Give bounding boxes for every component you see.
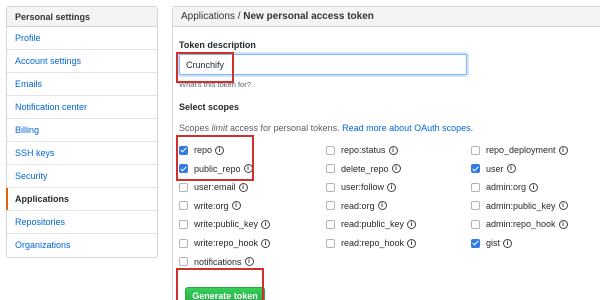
- checkbox-icon[interactable]: [471, 201, 480, 211]
- checkbox-icon[interactable]: [471, 238, 480, 248]
- checkbox-icon[interactable]: [179, 257, 188, 267]
- sidebar-item-profile[interactable]: Profile: [7, 27, 157, 50]
- info-circle-icon[interactable]: i: [407, 238, 417, 248]
- scope-user-email[interactable]: user:email i: [179, 180, 248, 194]
- info-circle-icon[interactable]: i: [529, 182, 539, 192]
- scope-label: read:public_key: [341, 219, 405, 230]
- checkbox-icon[interactable]: [471, 219, 480, 229]
- scope-label: user:email: [194, 182, 236, 193]
- sidebar-item-security[interactable]: Security: [7, 165, 157, 188]
- scope-label: repo_deployment: [486, 145, 556, 155]
- breadcrumb-separator: /: [234, 11, 244, 22]
- sidebar-item-organizations[interactable]: Organizations: [7, 234, 157, 257]
- scope-label: repo:status: [341, 145, 386, 155]
- scope-read-repo-hook[interactable]: read:repo_hook i: [326, 236, 417, 250]
- sidebar-item-ssh-keys[interactable]: SSH keys: [7, 142, 157, 165]
- scope-read-org[interactable]: read:org i: [326, 199, 387, 213]
- checkbox-icon[interactable]: [179, 182, 188, 192]
- scope-admin-public-key[interactable]: admin:public_key i: [471, 199, 568, 213]
- scope-read-public-key[interactable]: read:public_key i: [326, 217, 417, 231]
- scopes-desc-suffix: access for personal tokens.: [227, 123, 343, 133]
- scope-label: write:repo_hook: [194, 238, 259, 248]
- checkbox-icon[interactable]: [326, 219, 335, 229]
- info-circle-icon[interactable]: i: [377, 201, 387, 211]
- oauth-scopes-link[interactable]: Read more about OAuth scopes.: [342, 123, 473, 133]
- scope-admin-org[interactable]: admin:org i: [471, 180, 539, 194]
- checkbox-icon[interactable]: [471, 182, 480, 192]
- scope-user[interactable]: user i: [471, 162, 516, 176]
- info-circle-icon[interactable]: i: [238, 182, 248, 192]
- sidebar-item-applications[interactable]: Applications: [6, 188, 157, 211]
- scopes-desc-prefix: Scopes: [179, 123, 212, 133]
- checkbox-icon[interactable]: [471, 145, 480, 155]
- checkbox-icon[interactable]: [326, 164, 335, 174]
- checkbox-icon[interactable]: [326, 238, 335, 248]
- checkbox-icon[interactable]: [471, 164, 480, 174]
- info-circle-icon[interactable]: i: [558, 201, 568, 211]
- token-description-label: Token description: [179, 40, 256, 50]
- info-circle-icon[interactable]: i: [503, 238, 513, 248]
- sidebar-item-billing[interactable]: Billing: [7, 119, 157, 142]
- scope-label: user: [486, 163, 504, 174]
- highlight-token-input: [176, 52, 234, 83]
- sidebar-item-account-settings[interactable]: Account settings: [7, 50, 157, 73]
- select-scopes-label: Select scopes: [179, 102, 240, 112]
- scope-label: write:org: [194, 200, 229, 211]
- sidebar-header: Personal settings: [7, 7, 157, 27]
- info-circle-icon[interactable]: i: [558, 219, 568, 229]
- scope-user-follow[interactable]: user:follow i: [326, 180, 397, 194]
- sidebar-item-repositories[interactable]: Repositories: [7, 211, 157, 234]
- info-circle-icon[interactable]: i: [388, 145, 398, 155]
- scope-write-org[interactable]: write:org i: [179, 199, 241, 213]
- scope-label: delete_repo: [341, 163, 389, 174]
- scope-gist[interactable]: gist i: [471, 236, 513, 250]
- scope-label: gist: [486, 238, 501, 248]
- info-circle-icon[interactable]: i: [407, 219, 417, 229]
- scope-label: read:org: [341, 200, 375, 211]
- breadcrumb: Applications / New personal access token: [173, 7, 600, 27]
- info-circle-icon[interactable]: i: [231, 201, 241, 211]
- token-panel: Applications / New personal access token…: [172, 6, 600, 300]
- scope-repo-deployment[interactable]: repo_deployment i: [471, 143, 568, 157]
- info-circle-icon[interactable]: i: [558, 145, 568, 155]
- scope-label: user:follow: [341, 182, 385, 193]
- scopes-description: Scopes limit access for personal tokens.…: [179, 123, 473, 133]
- scope-label: write:public_key: [194, 219, 259, 230]
- scope-admin-repo-hook[interactable]: admin:repo_hook i: [471, 217, 568, 231]
- checkbox-icon[interactable]: [326, 182, 335, 192]
- sidebar-item-notification-center[interactable]: Notification center: [7, 96, 157, 119]
- info-circle-icon[interactable]: i: [261, 238, 271, 248]
- info-circle-icon[interactable]: i: [261, 219, 271, 229]
- info-circle-icon[interactable]: i: [506, 164, 516, 174]
- checkbox-icon[interactable]: [179, 238, 188, 248]
- info-circle-icon[interactable]: i: [387, 182, 397, 192]
- scope-repo-status[interactable]: repo:status i: [326, 143, 398, 157]
- settings-sidebar: Personal settings Profile Account settin…: [6, 6, 158, 258]
- checkbox-icon[interactable]: [179, 201, 188, 211]
- checkbox-icon[interactable]: [326, 145, 335, 155]
- breadcrumb-parent[interactable]: Applications: [181, 11, 235, 22]
- sidebar-item-emails[interactable]: Emails: [7, 73, 157, 96]
- scope-label: admin:public_key: [486, 200, 556, 211]
- checkbox-icon[interactable]: [326, 201, 335, 211]
- info-circle-icon[interactable]: i: [244, 257, 254, 267]
- scope-write-repo-hook[interactable]: write:repo_hook i: [179, 236, 271, 250]
- scope-write-public-key[interactable]: write:public_key i: [179, 217, 271, 231]
- scope-label: notifications: [194, 256, 242, 267]
- highlight-repo-scopes: [176, 135, 254, 181]
- scope-notifications[interactable]: notifications i: [179, 255, 254, 269]
- scopes-desc-emphasis: limit: [211, 123, 228, 133]
- highlight-generate-button: [176, 268, 264, 300]
- scope-label: admin:org: [486, 182, 527, 193]
- scope-label: admin:repo_hook: [486, 219, 556, 230]
- scope-label: read:repo_hook: [341, 238, 405, 248]
- scope-delete-repo[interactable]: delete_repo i: [326, 162, 401, 176]
- page-title: New personal access token: [243, 11, 374, 22]
- checkbox-icon[interactable]: [179, 219, 188, 229]
- info-circle-icon[interactable]: i: [391, 164, 401, 174]
